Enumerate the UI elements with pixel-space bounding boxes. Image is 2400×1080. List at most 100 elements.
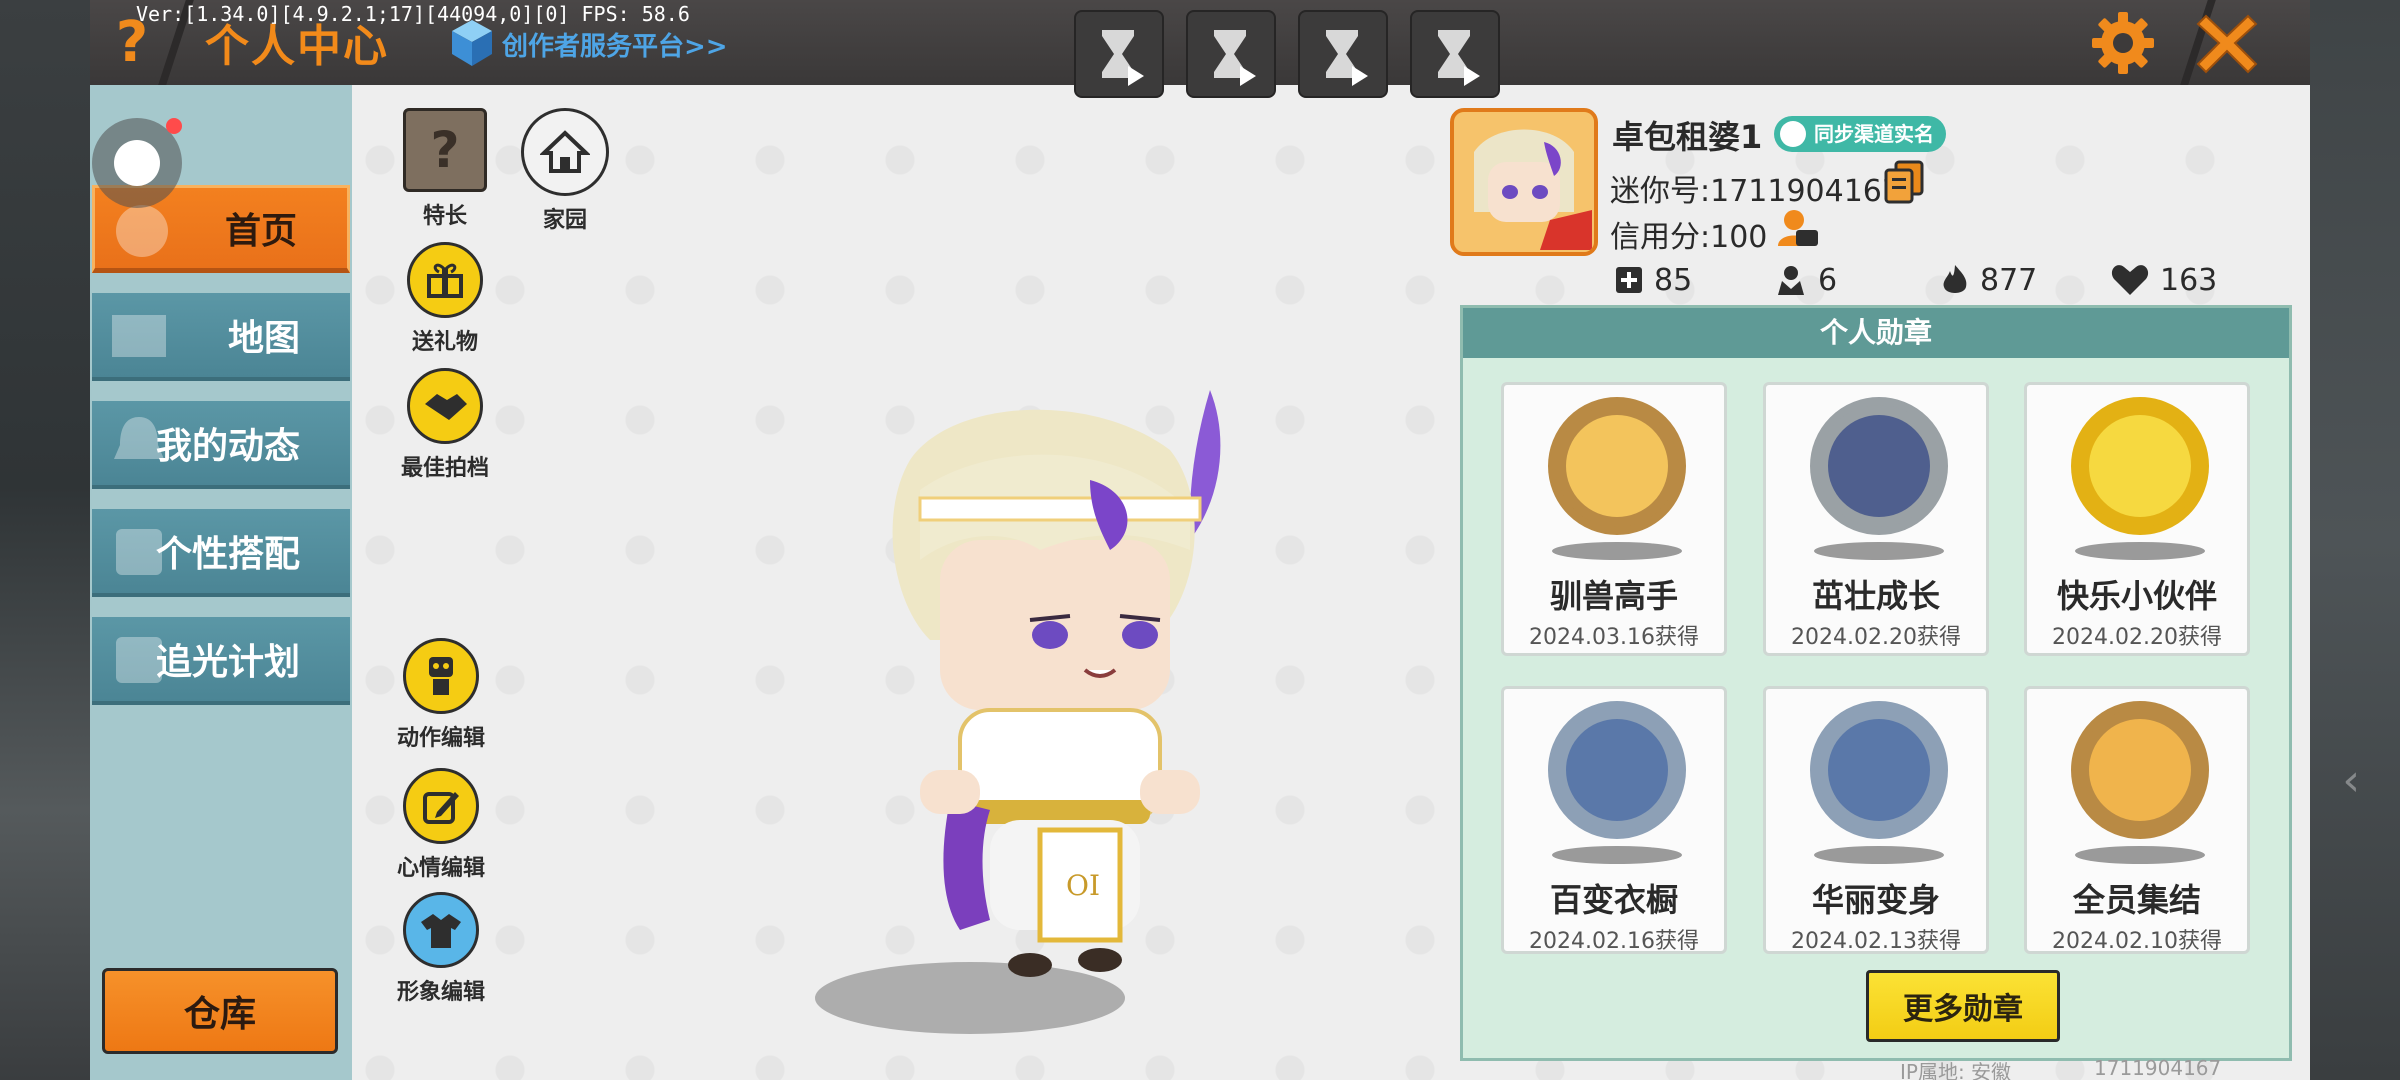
warehouse-button[interactable]: 仓库 bbox=[102, 968, 338, 1054]
stat-fans: 6 bbox=[1774, 262, 1837, 298]
outfit-shirt-icon bbox=[403, 892, 479, 968]
tool-label: 心情编辑 bbox=[396, 856, 485, 881]
uid-timestamp: 1711904167 [03/16]11:53 0 [5 bbox=[2094, 1056, 2222, 1080]
medal-shadow bbox=[1552, 846, 1682, 864]
medal-name: 快乐小伙伴 bbox=[2056, 577, 2217, 615]
medal-disc bbox=[2071, 701, 2209, 839]
medal-shadow bbox=[1814, 846, 1944, 864]
floating-ball-center bbox=[114, 140, 160, 186]
heart-icon bbox=[2111, 265, 2149, 295]
floating-assistant-ball[interactable] bbox=[92, 118, 182, 208]
medal-emblem bbox=[1828, 719, 1930, 821]
medal-disc bbox=[1548, 701, 1686, 839]
medal-card[interactable]: 华丽变身 2024.02.13获得 bbox=[1763, 686, 1989, 954]
nav-item-outfit[interactable]: 个性搭配 bbox=[92, 509, 350, 597]
medal-date: 2024.02.20获得 bbox=[2052, 625, 2222, 650]
medal-date: 2024.02.13获得 bbox=[1791, 929, 1961, 954]
stat-value: 877 bbox=[1980, 262, 2038, 298]
medal-name: 茁壮成长 bbox=[1811, 577, 1940, 615]
nav-item-label: 追光计划 bbox=[155, 642, 300, 683]
action-edit-tool[interactable]: 动作编辑 bbox=[386, 638, 496, 752]
medal-card[interactable]: 驯兽高手 2024.03.16获得 bbox=[1501, 382, 1727, 656]
hourglass-play-button[interactable] bbox=[1186, 10, 1276, 98]
medal-card[interactable]: 快乐小伙伴 2024.02.20获得 bbox=[2024, 382, 2250, 656]
medal-name: 驯兽高手 bbox=[1549, 577, 1678, 615]
medal-name: 百变衣橱 bbox=[1549, 881, 1678, 919]
personal-center-panel: ? 个人中心 创作者服务平台>> Ver:[1.34.0][4.9.2.1;17… bbox=[90, 0, 2310, 1080]
medal-name: 华丽变身 bbox=[1811, 881, 1940, 919]
nav-item-label: 个性搭配 bbox=[155, 534, 300, 575]
medal-card[interactable]: 茁壮成长 2024.02.20获得 bbox=[1763, 382, 1989, 656]
edit-pencil-icon bbox=[403, 768, 479, 844]
add-friend-icon bbox=[1616, 267, 1642, 293]
medal-shadow bbox=[2075, 542, 2205, 560]
medal-emblem bbox=[2089, 415, 2191, 517]
sync-realname-badge[interactable]: 同步渠道实名 bbox=[1774, 116, 1946, 152]
medal-emblem bbox=[2089, 719, 2191, 821]
medal-panel: 个人勋章 驯兽高手 2024.03.16获得 茁壮成长 2024.02.20获得… bbox=[1460, 305, 2292, 1061]
creator-platform-link[interactable]: 创作者服务平台>> bbox=[502, 26, 728, 63]
version-fps-debug: Ver:[1.34.0][4.9.2.1;17][44094,0][0] FPS… bbox=[136, 2, 690, 26]
gear-icon[interactable] bbox=[2088, 8, 2158, 78]
nav-item-chase-light[interactable]: 追光计划 bbox=[92, 617, 350, 705]
medal-date: 2024.02.16获得 bbox=[1529, 929, 1699, 954]
tool-label: 最佳拍档 bbox=[400, 456, 489, 481]
medal-name: 全员集结 bbox=[2072, 881, 2201, 919]
stat-friends: 85 bbox=[1614, 262, 1692, 298]
mini-id: 迷你号:1711904167 bbox=[1610, 174, 1901, 209]
profile-avatar[interactable] bbox=[1450, 108, 1598, 256]
nav-item-label: 地图 bbox=[227, 318, 300, 359]
hourglass-icon bbox=[1326, 30, 1368, 86]
tool-label: 家园 bbox=[542, 208, 587, 233]
medal-emblem bbox=[1828, 415, 1930, 517]
medal-date: 2024.02.20获得 bbox=[1791, 625, 1961, 650]
medal-date: 2024.02.10获得 bbox=[2052, 929, 2222, 954]
sync-badge-label: 同步渠道实名 bbox=[1814, 122, 1934, 146]
stat-value: 85 bbox=[1654, 262, 1693, 298]
stat-likes: 163 bbox=[2110, 262, 2217, 298]
send-gift-tool[interactable]: 送礼物 bbox=[390, 242, 500, 356]
chase-light-icon bbox=[116, 637, 162, 683]
medal-disc bbox=[1810, 397, 1948, 535]
image-edit-tool[interactable]: 形象编辑 bbox=[386, 892, 496, 1006]
home-tool[interactable]: 家园 bbox=[510, 108, 620, 234]
tool-label: 动作编辑 bbox=[396, 726, 485, 751]
best-partner-tool[interactable]: 最佳拍档 bbox=[390, 368, 500, 482]
stat-value: 6 bbox=[1818, 262, 1838, 298]
medal-shadow bbox=[1552, 542, 1682, 560]
close-icon[interactable] bbox=[2192, 8, 2262, 78]
tool-label: 送礼物 bbox=[411, 330, 478, 355]
tool-label: 形象编辑 bbox=[396, 980, 485, 1005]
nav-item-label: 首页 bbox=[224, 211, 297, 252]
more-medals-button[interactable]: 更多勋章 bbox=[1866, 970, 2060, 1042]
medal-disc bbox=[1810, 701, 1948, 839]
credit-score: 信用分:100 bbox=[1610, 220, 1768, 255]
medal-date: 2024.03.16获得 bbox=[1529, 625, 1699, 650]
mood-edit-tool[interactable]: 心情编辑 bbox=[386, 768, 496, 882]
edge-back-arrow-icon[interactable]: ‹ bbox=[2342, 755, 2360, 806]
hourglass-icon bbox=[1438, 30, 1480, 86]
svg-text:OI: OI bbox=[1066, 869, 1100, 902]
medal-emblem bbox=[1566, 719, 1668, 821]
stat-popularity: 877 bbox=[1940, 262, 2037, 298]
player-character-avatar[interactable]: OI bbox=[790, 380, 1250, 980]
copy-icon[interactable] bbox=[1884, 160, 1924, 204]
person-icon bbox=[1780, 121, 1806, 147]
nav-item-map[interactable]: 地图 bbox=[92, 293, 350, 381]
hourglass-play-button[interactable] bbox=[1298, 10, 1388, 98]
credit-user-icon[interactable] bbox=[1776, 206, 1820, 250]
ip-location: IP属地: 安徽 bbox=[1900, 1060, 2012, 1080]
nav-item-my-feed[interactable]: 我的动态 bbox=[92, 401, 350, 489]
medal-panel-title: 个人勋章 bbox=[1463, 308, 2289, 358]
hourglass-play-button[interactable] bbox=[1410, 10, 1500, 98]
house-icon bbox=[521, 108, 609, 196]
medal-card[interactable]: 百变衣橱 2024.02.16获得 bbox=[1501, 686, 1727, 954]
outfit-icon bbox=[116, 529, 162, 575]
backdrop-right-scenery bbox=[2310, 0, 2400, 1080]
hourglass-play-button[interactable] bbox=[1074, 10, 1164, 98]
action-figure-icon bbox=[403, 638, 479, 714]
tool-label: 特长 bbox=[422, 204, 467, 229]
medal-card[interactable]: 全员集结 2024.02.10获得 bbox=[2024, 686, 2250, 954]
specialty-tool[interactable]: ? 特长 bbox=[390, 108, 500, 230]
fans-icon bbox=[1778, 266, 1804, 295]
